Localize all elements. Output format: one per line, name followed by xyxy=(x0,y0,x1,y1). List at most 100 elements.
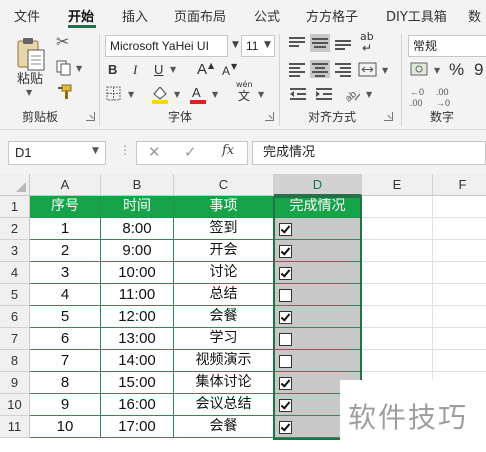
align-right-icon[interactable] xyxy=(333,60,353,78)
empty-cell[interactable] xyxy=(433,262,486,284)
name-box-dropdown-icon[interactable]: ▼ xyxy=(92,146,99,156)
data-cell-a[interactable]: 10 xyxy=(30,416,101,438)
row-header-9[interactable]: 9 xyxy=(0,372,30,394)
accounting-dropdown-icon[interactable]: ▼ xyxy=(434,66,440,75)
data-cell-d[interactable] xyxy=(274,240,362,262)
copy-icon[interactable] xyxy=(56,60,72,76)
data-cell-b[interactable]: 15:00 xyxy=(101,372,174,394)
accounting-format-icon[interactable] xyxy=(410,60,432,80)
data-cell-b[interactable]: 12:00 xyxy=(101,306,174,328)
font-size-dropdown-icon[interactable]: ▼ xyxy=(264,40,271,50)
checkbox-checked[interactable] xyxy=(279,267,292,280)
number-format-select[interactable]: 常规 xyxy=(408,35,486,57)
column-header-a[interactable]: A xyxy=(30,174,101,196)
data-cell-c[interactable]: 会餐 xyxy=(174,306,274,328)
underline-button[interactable]: U xyxy=(154,60,163,80)
empty-cell[interactable] xyxy=(433,306,486,328)
data-cell-b[interactable]: 16:00 xyxy=(101,394,174,416)
empty-cell[interactable] xyxy=(362,240,433,262)
empty-cell[interactable] xyxy=(433,350,486,372)
data-cell-a[interactable]: 2 xyxy=(30,240,101,262)
formula-bar-grip-icon[interactable]: ⋮ xyxy=(119,143,131,157)
paste-label[interactable]: 粘贴 xyxy=(17,70,43,90)
enter-icon[interactable]: ✓ xyxy=(184,143,197,161)
data-cell-a[interactable]: 7 xyxy=(30,350,101,372)
clipboard-launcher-icon[interactable] xyxy=(86,112,95,121)
font-color-dropdown-icon[interactable]: ▼ xyxy=(212,90,218,99)
checkbox-unchecked[interactable] xyxy=(279,333,292,346)
header-cell-b[interactable]: 时间 xyxy=(101,196,174,218)
merge-dropdown-icon[interactable]: ▼ xyxy=(382,66,388,75)
checkbox-checked[interactable] xyxy=(279,421,292,434)
row-header-10[interactable]: 10 xyxy=(0,394,30,416)
font-name-select[interactable]: Microsoft YaHei UI xyxy=(105,35,228,57)
tab-diy-toolbox[interactable]: DIY工具箱 xyxy=(386,6,447,25)
empty-cell[interactable] xyxy=(433,196,486,218)
merge-center-icon[interactable] xyxy=(358,61,378,79)
data-cell-c[interactable]: 会餐 xyxy=(174,416,274,438)
row-header-8[interactable]: 8 xyxy=(0,350,30,372)
checkbox-checked[interactable] xyxy=(279,245,292,258)
row-header-11[interactable]: 11 xyxy=(0,416,30,438)
align-top-icon[interactable] xyxy=(287,34,307,52)
empty-cell[interactable] xyxy=(433,240,486,262)
decrease-indent-icon[interactable] xyxy=(288,86,308,104)
empty-cell[interactable] xyxy=(433,284,486,306)
orientation-dropdown-icon[interactable]: ▼ xyxy=(366,90,372,99)
data-cell-a[interactable]: 6 xyxy=(30,328,101,350)
borders-dropdown-icon[interactable]: ▼ xyxy=(128,90,134,99)
empty-cell[interactable] xyxy=(433,328,486,350)
font-launcher-icon[interactable] xyxy=(265,112,274,121)
decrease-decimal-icon[interactable]: ←0 .00 xyxy=(410,86,432,108)
cut-icon[interactable]: ✂ xyxy=(56,32,69,52)
empty-cell[interactable] xyxy=(433,218,486,240)
data-cell-c[interactable]: 集体讨论 xyxy=(174,372,274,394)
data-cell-d[interactable] xyxy=(274,350,362,372)
italic-button[interactable]: I xyxy=(133,60,137,80)
fill-color-dropdown-icon[interactable]: ▼ xyxy=(174,90,180,99)
paste-dropdown-icon[interactable]: ▼ xyxy=(26,88,32,97)
align-center-icon[interactable] xyxy=(310,60,330,78)
empty-cell[interactable] xyxy=(362,350,433,372)
checkbox-unchecked[interactable] xyxy=(279,355,292,368)
tab-formulas[interactable]: 公式 xyxy=(254,6,280,25)
data-cell-c[interactable]: 会议总结 xyxy=(174,394,274,416)
row-header-4[interactable]: 4 xyxy=(0,262,30,284)
tab-home[interactable]: 开始 xyxy=(68,6,94,25)
data-cell-a[interactable]: 1 xyxy=(30,218,101,240)
column-header-f[interactable]: F xyxy=(433,174,486,196)
data-cell-c[interactable]: 开会 xyxy=(174,240,274,262)
tab-file[interactable]: 文件 xyxy=(14,6,40,25)
checkbox-checked[interactable] xyxy=(279,377,292,390)
data-cell-c[interactable]: 讨论 xyxy=(174,262,274,284)
data-cell-d[interactable] xyxy=(274,262,362,284)
header-cell-a[interactable]: 序号 xyxy=(30,196,101,218)
row-header-2[interactable]: 2 xyxy=(0,218,30,240)
grow-font-button[interactable]: A xyxy=(197,60,207,80)
data-cell-a[interactable]: 4 xyxy=(30,284,101,306)
column-header-c[interactable]: C xyxy=(174,174,274,196)
increase-indent-icon[interactable] xyxy=(314,86,334,104)
increase-decimal-icon[interactable]: .00 →0 xyxy=(436,86,458,108)
row-header-1[interactable]: 1 xyxy=(0,196,30,218)
checkbox-unchecked[interactable] xyxy=(279,289,292,302)
data-cell-b[interactable]: 10:00 xyxy=(101,262,174,284)
column-header-e[interactable]: E xyxy=(362,174,433,196)
orientation-icon[interactable]: ab xyxy=(342,84,362,104)
phonetic-dropdown-icon[interactable]: ▼ xyxy=(258,90,264,99)
insert-function-button[interactable]: fx xyxy=(222,143,234,158)
column-header-d[interactable]: D xyxy=(274,174,362,196)
data-cell-d[interactable] xyxy=(274,306,362,328)
comma-style-button[interactable]: 9 xyxy=(474,60,483,80)
data-cell-d[interactable] xyxy=(274,284,362,306)
copy-dropdown-icon[interactable]: ▼ xyxy=(76,64,82,73)
data-cell-b[interactable]: 9:00 xyxy=(101,240,174,262)
font-color-icon[interactable]: A xyxy=(188,84,208,104)
alignment-launcher-icon[interactable] xyxy=(384,112,393,121)
borders-icon[interactable] xyxy=(106,86,122,102)
paste-icon[interactable] xyxy=(14,36,48,72)
data-cell-b[interactable]: 13:00 xyxy=(101,328,174,350)
empty-cell[interactable] xyxy=(362,196,433,218)
data-cell-c[interactable]: 签到 xyxy=(174,218,274,240)
column-header-b[interactable]: B xyxy=(101,174,174,196)
